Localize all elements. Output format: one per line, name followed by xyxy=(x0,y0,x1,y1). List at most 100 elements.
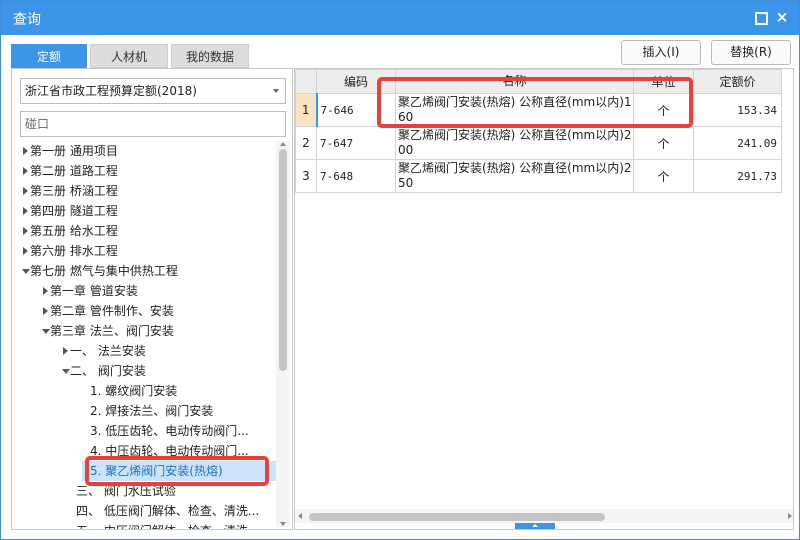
tree-item-label: 三、 阀门水压试验 xyxy=(76,484,176,498)
tree-item-label: 第七册 燃气与集中供热工程 xyxy=(30,264,178,278)
tree-item-label: 二、 阀门安装 xyxy=(70,364,146,378)
grid-horizontal-scrollbar[interactable] xyxy=(295,509,793,523)
quota-library-select[interactable]: 浙江省市政工程预算定额(2018) xyxy=(20,78,286,104)
caret-right-icon[interactable] xyxy=(20,201,30,221)
tree-item[interactable]: 一、 法兰安装 xyxy=(12,341,276,361)
tree-item[interactable]: 第七册 燃气与集中供热工程 xyxy=(12,261,276,281)
chevron-down-icon xyxy=(273,89,279,93)
row-code: 7-648 xyxy=(316,159,396,193)
tree-item[interactable]: 1. 螺纹阀门安装 xyxy=(12,381,276,401)
caret-down-icon[interactable] xyxy=(40,321,50,341)
caret-down-icon[interactable] xyxy=(60,361,70,381)
caret-right-icon[interactable] xyxy=(20,241,30,261)
close-icon[interactable]: × xyxy=(775,10,789,25)
row-price: 153.34 xyxy=(693,93,782,127)
tree-item-label: 第二章 管件制作、安装 xyxy=(50,304,174,318)
tree-item[interactable]: 第二章 管件制作、安装 xyxy=(12,301,276,321)
tree-item[interactable]: 四、 低压阀门解体、检查、清洗... xyxy=(12,501,276,521)
tree-item[interactable]: 第五册 给水工程 xyxy=(12,221,276,241)
tree-item-label: 5. 聚乙烯阀门安装(热熔) xyxy=(90,464,223,478)
replace-button[interactable]: 替换(R) xyxy=(711,40,791,65)
column-header-price[interactable]: 定额价 xyxy=(693,69,782,94)
tree-item-label: 第六册 排水工程 xyxy=(30,244,118,258)
row-unit: 个 xyxy=(633,126,694,160)
tree-item[interactable]: 三、 阀门水压试验 xyxy=(12,481,276,501)
scroll-left-icon[interactable] xyxy=(298,513,302,519)
tree-item[interactable]: 第一章 管道安装 xyxy=(12,281,276,301)
row-unit: 个 xyxy=(633,93,694,127)
column-header-index xyxy=(295,69,317,94)
scroll-right-icon[interactable] xyxy=(788,513,792,519)
scroll-up-icon[interactable] xyxy=(280,142,286,146)
tree-item[interactable]: 五、 中压阀门解体、检查、清洗... xyxy=(12,521,276,529)
tree-item[interactable]: 二、 阀门安装 xyxy=(12,361,276,381)
tree-item-label: 第一章 管道安装 xyxy=(50,284,138,298)
quota-tree: 第一册 通用项目 第二册 道路工程 第三册 桥涵工程 第四册 隧道工程 第五册 给水工程… xyxy=(12,141,276,529)
row-index: 1 xyxy=(295,93,317,127)
tree-item-label: 1. 螺纹阀门安装 xyxy=(90,384,178,398)
tree-item-label: 第五册 给水工程 xyxy=(30,224,118,238)
caret-right-icon[interactable] xyxy=(20,181,30,201)
tree-item-label: 4. 中压齿轮、电动传动阀门... xyxy=(90,444,249,458)
scrollbar-thumb[interactable] xyxy=(309,513,605,521)
table-row[interactable]: 2 7-647 聚乙烯阀门安装(热熔) 公称直径(mm以内)200 个 241.… xyxy=(295,126,782,160)
tree-item-label: 2. 焊接法兰、阀门安装 xyxy=(90,404,214,418)
tree-item[interactable]: 第三章 法兰、阀门安装 xyxy=(12,321,276,341)
tree-item-label: 3. 低压齿轮、电动传动阀门... xyxy=(90,424,249,438)
tree-item-label: 第三章 法兰、阀门安装 xyxy=(50,324,174,338)
column-header-name[interactable]: 名称 xyxy=(395,69,634,94)
row-index: 2 xyxy=(295,126,317,160)
table-row[interactable]: 3 7-648 聚乙烯阀门安装(热熔) 公称直径(mm以内)250 个 291.… xyxy=(295,159,782,193)
title-bar: 查询 × xyxy=(1,1,799,35)
row-code: 7-647 xyxy=(316,126,396,160)
tab-quota[interactable]: 定额 xyxy=(11,44,87,68)
quota-tree-panel: 浙江省市政工程预算定额(2018) 碰口 第一册 通用项目 第二册 道路工程 第三册… xyxy=(11,68,293,530)
tree-item-label: 第三册 桥涵工程 xyxy=(30,184,118,198)
insert-button[interactable]: 插入(I) xyxy=(621,40,701,65)
row-price: 291.73 xyxy=(693,159,782,193)
tree-item-label: 第二册 道路工程 xyxy=(30,164,118,178)
query-dialog: 查询 × 定额 人材机 我的数据 插入(I) 替换(R) 浙江省市政工程预算定额… xyxy=(0,0,800,540)
caret-right-icon[interactable] xyxy=(40,301,50,321)
row-unit: 个 xyxy=(633,159,694,193)
caret-right-icon[interactable] xyxy=(60,341,70,361)
tree-item[interactable]: 第一册 通用项目 xyxy=(12,141,276,161)
tree-item-label: 第一册 通用项目 xyxy=(30,144,118,158)
tab-my-data[interactable]: 我的数据 xyxy=(171,44,249,68)
tree-item[interactable]: 第六册 排水工程 xyxy=(12,241,276,261)
maximize-icon[interactable] xyxy=(753,10,768,25)
row-code: 7-646 xyxy=(315,93,396,127)
tree-item[interactable]: 第三册 桥涵工程 xyxy=(12,181,276,201)
column-header-unit[interactable]: 单位 xyxy=(633,69,694,94)
table-header-row: 编码 名称 单位 定额价 xyxy=(295,69,782,94)
caret-right-icon[interactable] xyxy=(40,281,50,301)
tree-item[interactable]: 2. 焊接法兰、阀门安装 xyxy=(12,401,276,421)
caret-down-icon[interactable] xyxy=(20,261,30,281)
tree-item[interactable]: 第四册 隧道工程 xyxy=(12,201,276,221)
tree-item[interactable]: 第二册 道路工程 xyxy=(12,161,276,181)
row-name: 聚乙烯阀门安装(热熔) 公称直径(mm以内)250 xyxy=(395,159,634,193)
row-index: 3 xyxy=(295,159,317,193)
collapse-panel-handle[interactable] xyxy=(515,523,555,529)
tree-item-label: 第四册 隧道工程 xyxy=(30,204,118,218)
tree-item[interactable]: 3. 低压齿轮、电动传动阀门... xyxy=(12,421,276,441)
tree-item-label: 五、 中压阀门解体、检查、清洗... xyxy=(76,521,259,529)
quota-results-table: 编码 名称 单位 定额价 1 7-646 聚乙烯阀门安装(热熔) 公称直径(mm… xyxy=(295,69,782,193)
tree-item[interactable]: 5. 聚乙烯阀门安装(热熔) xyxy=(82,461,276,481)
column-header-code[interactable]: 编码 xyxy=(316,69,396,94)
caret-right-icon[interactable] xyxy=(20,161,30,181)
tree-item-label: 四、 低压阀门解体、检查、清洗... xyxy=(76,504,260,518)
table-row[interactable]: 1 7-646 聚乙烯阀门安装(热熔) 公称直径(mm以内)160 个 153.… xyxy=(295,93,782,127)
quota-results-panel: 编码 名称 单位 定额价 1 7-646 聚乙烯阀门安装(热熔) 公称直径(mm… xyxy=(294,68,794,530)
row-price: 241.09 xyxy=(693,126,782,160)
caret-right-icon[interactable] xyxy=(20,141,30,161)
tab-materials[interactable]: 人材机 xyxy=(90,44,168,68)
search-input[interactable]: 碰口 xyxy=(20,111,286,137)
window-title: 查询 xyxy=(13,12,41,28)
tree-item[interactable]: 4. 中压齿轮、电动传动阀门... xyxy=(12,441,276,461)
quota-library-value: 浙江省市政工程预算定额(2018) xyxy=(25,84,197,98)
scrollbar-thumb[interactable] xyxy=(279,149,287,371)
tree-vertical-scrollbar[interactable] xyxy=(276,141,290,527)
caret-right-icon[interactable] xyxy=(20,221,30,241)
scroll-down-icon[interactable] xyxy=(280,522,286,526)
